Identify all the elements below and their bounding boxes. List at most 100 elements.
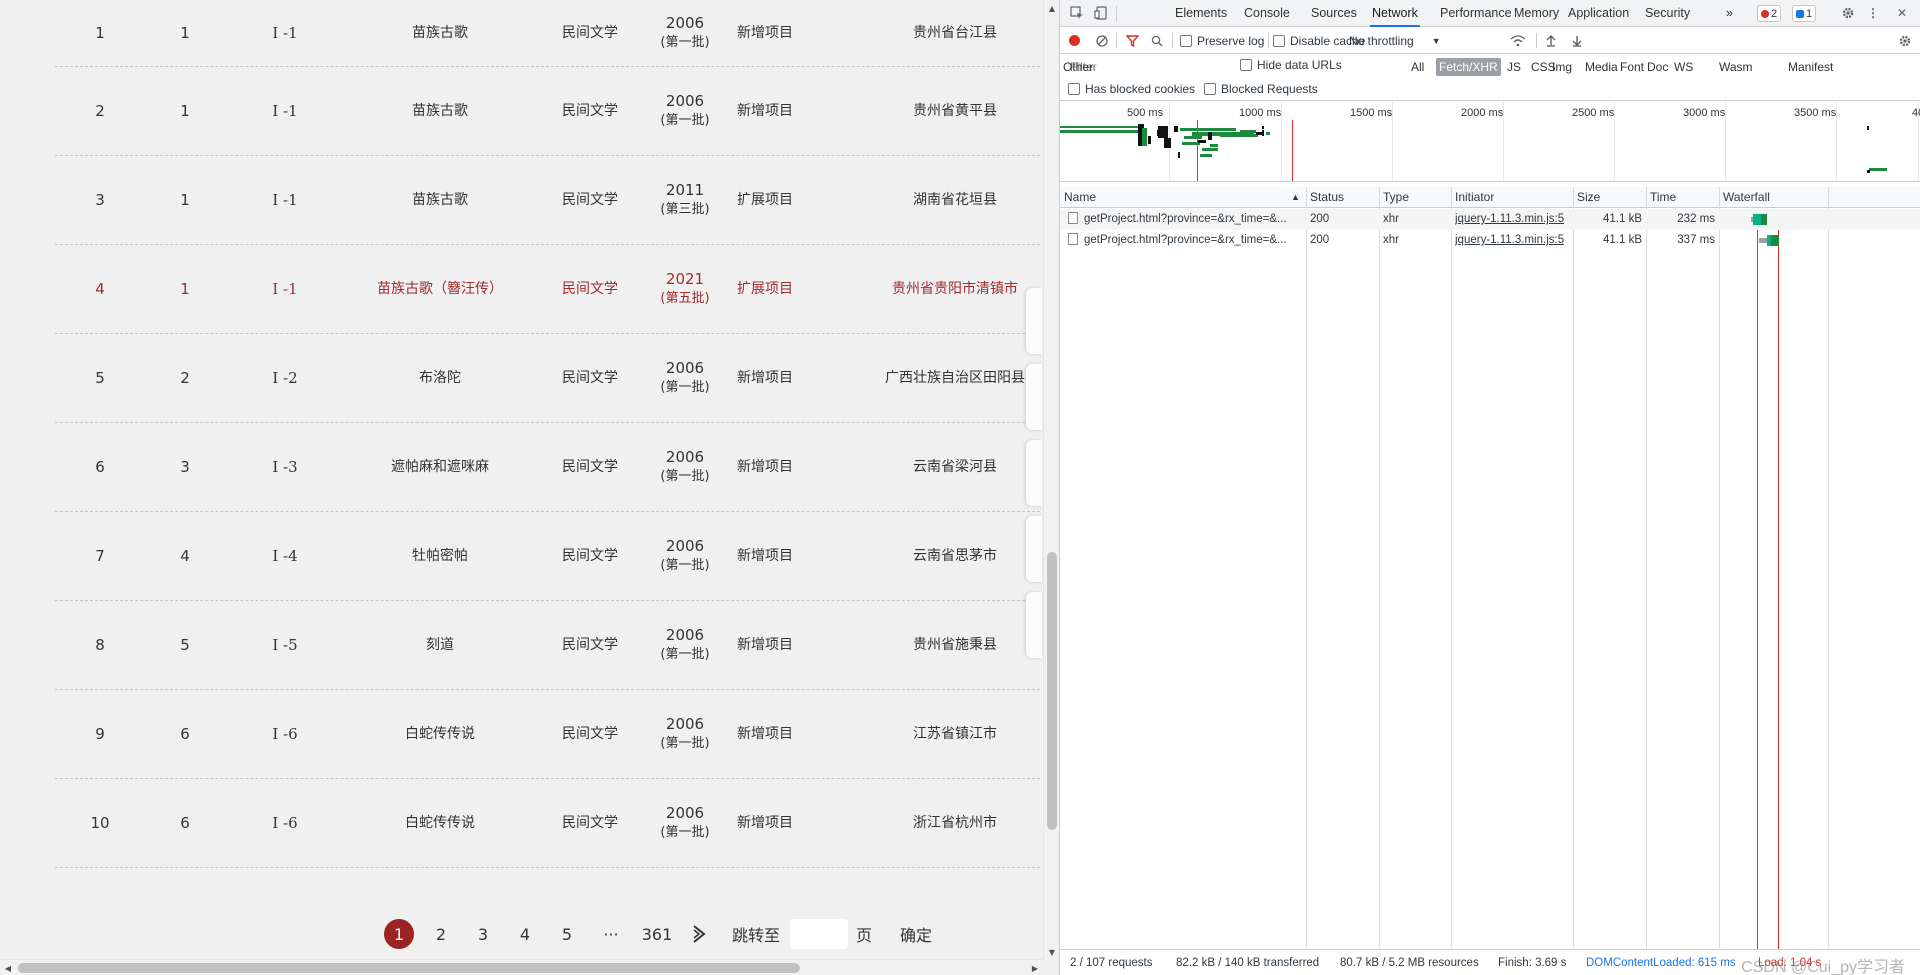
scroll-right-icon[interactable]: ▶	[1027, 960, 1043, 975]
network-overview-timeline[interactable]: 500 ms 1000 ms 1500 ms 2000 ms 2500 ms 3000 m…	[1060, 102, 1920, 182]
tab-network[interactable]: Network	[1370, 0, 1420, 27]
record-icon[interactable]	[1069, 27, 1080, 54]
export-har-icon[interactable]	[1572, 27, 1582, 54]
table-row[interactable]: 74I -4 牡帕密帕 民间文学 新增项目 云南省思茅市 2006 (第一批)	[55, 512, 1040, 601]
tab-console[interactable]: Console	[1242, 0, 1292, 27]
import-har-icon[interactable]	[1546, 27, 1556, 54]
divider	[1172, 33, 1173, 48]
filter-type-wasm[interactable]: Wasm	[1716, 58, 1756, 76]
device-toolbar-icon[interactable]	[1093, 5, 1109, 21]
table-row[interactable]: 31I -1 苗族古歌 民间文学 扩展项目 湖南省花垣县 2011 (第三批)	[55, 156, 1040, 245]
jump-page-input[interactable]	[790, 919, 849, 949]
filter-type-media[interactable]: Media	[1582, 58, 1621, 76]
blocked-requests-checkbox[interactable]: Blocked Requests	[1204, 75, 1318, 102]
page-last[interactable]: 361	[640, 919, 674, 949]
batch-label: (第一批)	[660, 647, 710, 662]
page-horizontal-scrollbar[interactable]: ◀ ▶	[0, 959, 1043, 975]
network-request-row[interactable]: getProject.html?province=&rx_time=&... 20…	[1060, 209, 1920, 230]
page-button-5[interactable]: 5	[552, 919, 582, 949]
table-row[interactable]: 63I -3 遮帕麻和遮咪麻 民间文学 新增项目 云南省梁河县 2006 (第一批)	[55, 423, 1040, 512]
filter-type-ws[interactable]: WS	[1671, 58, 1696, 76]
filter-type-js[interactable]: JS	[1504, 58, 1524, 76]
scroll-down-icon[interactable]: ▼	[1044, 944, 1059, 960]
column-header-waterfall[interactable]: Waterfall	[1719, 187, 1770, 208]
error-badge[interactable]: 2	[1757, 5, 1782, 22]
side-tab[interactable]	[1026, 592, 1042, 658]
settings-gear-icon[interactable]	[1840, 5, 1856, 21]
message-icon	[1796, 9, 1804, 18]
throttling-select[interactable]: No throttling ▼	[1349, 27, 1441, 54]
has-blocked-cookies-checkbox[interactable]: Has blocked cookies	[1068, 75, 1195, 102]
request-name[interactable]: getProject.html?province=&rx_time=&...	[1068, 209, 1302, 230]
side-tab[interactable]	[1026, 440, 1042, 506]
hide-data-urls-checkbox[interactable]: Hide data URLs	[1240, 51, 1342, 78]
scroll-left-icon[interactable]: ◀	[0, 960, 16, 975]
tab-performance[interactable]: Performance	[1438, 0, 1514, 27]
network-conditions-icon[interactable]	[1510, 27, 1526, 54]
filter-type-other[interactable]: Other	[1060, 58, 1096, 76]
column-header-name[interactable]: Name	[1060, 187, 1096, 208]
search-icon[interactable]	[1151, 27, 1163, 54]
timeline-request-bar	[1262, 130, 1264, 136]
tab-memory[interactable]: Memory	[1512, 0, 1561, 27]
next-page-icon[interactable]	[688, 924, 710, 944]
close-devtools-icon[interactable]: ✕	[1894, 5, 1910, 21]
filter-type-doc[interactable]: Doc	[1644, 58, 1671, 76]
column-header-status[interactable]: Status	[1306, 187, 1344, 208]
row-index: 6	[95, 458, 105, 476]
document-icon	[1068, 212, 1078, 224]
sort-ascending-icon[interactable]: ▲	[1287, 187, 1300, 208]
year-value: 2006	[665, 715, 705, 733]
table-row[interactable]: 96I -6 白蛇传传说 民间文学 新增项目 江苏省镇江市 2006 (第一批)	[55, 690, 1040, 779]
side-tab[interactable]	[1026, 516, 1042, 582]
request-name[interactable]: getProject.html?province=&rx_time=&...	[1068, 230, 1302, 251]
column-divider	[1719, 187, 1720, 948]
filter-type-img[interactable]: Img	[1549, 58, 1575, 76]
filter-type-all[interactable]: All	[1408, 58, 1427, 76]
column-header-size[interactable]: Size	[1573, 187, 1600, 208]
customize-menu-icon[interactable]: ⋮	[1865, 5, 1881, 21]
scroll-thumb[interactable]	[18, 963, 800, 973]
tab-application[interactable]: Application	[1566, 0, 1631, 27]
filter-icon[interactable]	[1126, 27, 1139, 54]
request-initiator-link[interactable]: jquery-1.11.3.min.js:5	[1455, 209, 1564, 230]
page-button-4[interactable]: 4	[510, 919, 540, 949]
side-tab[interactable]	[1026, 288, 1042, 354]
page-vertical-scrollbar[interactable]: ▲ ▼	[1043, 0, 1059, 960]
message-badge[interactable]: 1	[1792, 5, 1817, 22]
confirm-button[interactable]: 确定	[900, 922, 932, 946]
filter-type-manifest[interactable]: Manifest	[1785, 58, 1836, 76]
more-tabs-icon[interactable]: »	[1724, 0, 1735, 27]
table-row[interactable]: 11I -1 苗族古歌 民间文学 新增项目 贵州省台江县 2006 (第一批)	[55, 0, 1040, 67]
tab-security[interactable]: Security	[1643, 0, 1692, 27]
tab-elements[interactable]: Elements	[1173, 0, 1229, 27]
column-header-type[interactable]: Type	[1379, 187, 1409, 208]
page-button-2[interactable]: 2	[426, 919, 456, 949]
timeline-tick-label: 2000 ms	[1461, 107, 1504, 119]
filter-type-font[interactable]: Font	[1617, 58, 1647, 76]
column-header-time[interactable]: Time	[1646, 187, 1676, 208]
page-button-3[interactable]: 3	[468, 919, 498, 949]
scroll-up-icon[interactable]: ▲	[1044, 0, 1059, 16]
batch-label: (第一批)	[660, 380, 710, 395]
preserve-log-checkbox[interactable]: Preserve log	[1180, 27, 1264, 54]
clear-icon[interactable]	[1096, 27, 1108, 54]
tab-sources[interactable]: Sources	[1309, 0, 1359, 27]
side-tab[interactable]	[1026, 364, 1042, 430]
filter-type-fetch-xhr[interactable]: Fetch/XHR	[1436, 58, 1501, 76]
network-request-row[interactable]: getProject.html?province=&rx_time=&... 20…	[1060, 230, 1920, 251]
table-row[interactable]: 85I -5 刻道 民间文学 新增项目 贵州省施秉县 2006 (第一批)	[55, 601, 1040, 690]
scroll-thumb[interactable]	[1047, 552, 1057, 830]
timeline-tick-label: 1500 ms	[1350, 107, 1393, 119]
page-unit-label: 页	[856, 926, 873, 945]
network-settings-gear-icon[interactable]	[1898, 27, 1912, 54]
item-number: 3	[180, 458, 190, 476]
table-row[interactable]: 52I -2 布洛陀 民间文学 新增项目 广西壮族自治区田阳县 2006 (第一批)	[55, 334, 1040, 423]
table-row[interactable]: 10 6 I -6 白蛇传传说 民间文学 新增项目 浙江省杭州市 2006 (第一批)	[55, 779, 1040, 868]
request-initiator-link[interactable]: jquery-1.11.3.min.js:5	[1455, 230, 1564, 251]
table-row[interactable]: 41I -1 苗族古歌（簪汪传） 民间文学 扩展项目 贵州省贵阳市清镇市 2021 (第五批…	[55, 245, 1040, 334]
inspect-element-icon[interactable]	[1069, 5, 1085, 21]
page-button-1[interactable]: 1	[384, 919, 414, 949]
table-row[interactable]: 21I -1 苗族古歌 民间文学 新增项目 贵州省黄平县 2006 (第一批)	[55, 67, 1040, 156]
column-header-initiator[interactable]: Initiator	[1451, 187, 1494, 208]
